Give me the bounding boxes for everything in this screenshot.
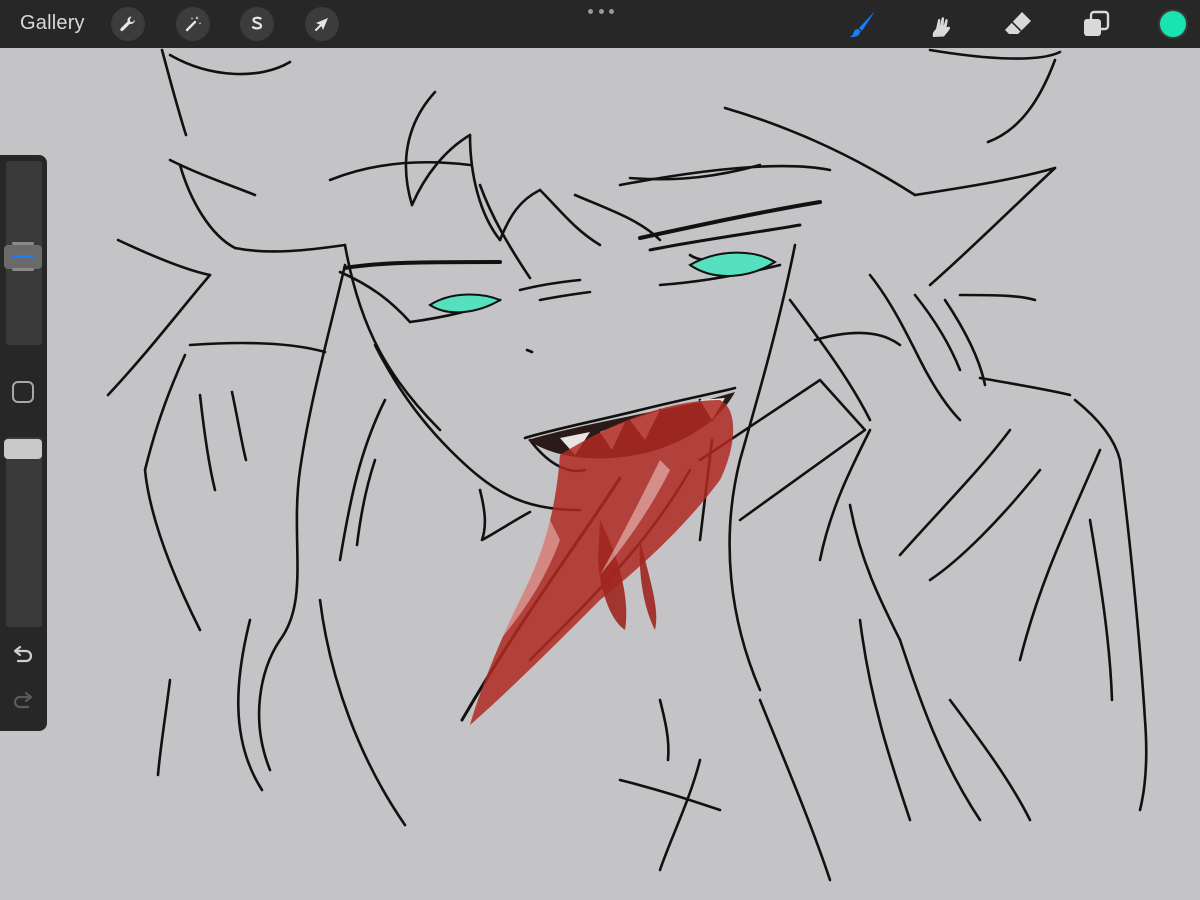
handle-line [12,242,34,246]
gallery-button[interactable]: Gallery [20,12,85,35]
transform-button[interactable] [305,7,339,41]
brush-tool-button[interactable] [846,8,878,40]
more-options-handle[interactable] [588,6,614,16]
redo-icon [13,691,33,709]
handle-active-line [12,255,34,259]
adjustments-button[interactable] [176,7,210,41]
left-sidebar [0,155,47,731]
dot [588,8,593,14]
opacity-slider[interactable] [6,437,42,627]
magic-wand-icon [185,16,202,32]
dot [609,8,614,14]
brush-icon [849,11,875,37]
selection-button[interactable] [240,7,274,41]
redo-button[interactable] [10,689,36,713]
modify-button[interactable] [12,381,34,403]
wrench-icon [120,16,135,32]
undo-icon [13,645,33,663]
smudge-icon [932,17,951,37]
eraser-tool-button[interactable] [1002,8,1034,40]
current-color-swatch[interactable] [1158,9,1188,39]
opacity-handle[interactable] [4,439,42,459]
undo-button[interactable] [10,643,36,667]
layers-button[interactable] [1080,8,1112,40]
actions-button[interactable] [111,7,145,41]
selection-s-icon [251,16,263,30]
eraser-icon [1005,12,1031,34]
smudge-tool-button[interactable] [924,8,956,40]
dot [598,8,604,14]
top-toolbar: Gallery [0,0,1200,48]
brush-size-handle[interactable] [4,242,42,272]
layers-icon [1084,10,1110,36]
drawing-canvas[interactable] [0,48,1200,900]
arrow-cursor-icon [315,18,328,31]
handle-line [12,268,34,272]
